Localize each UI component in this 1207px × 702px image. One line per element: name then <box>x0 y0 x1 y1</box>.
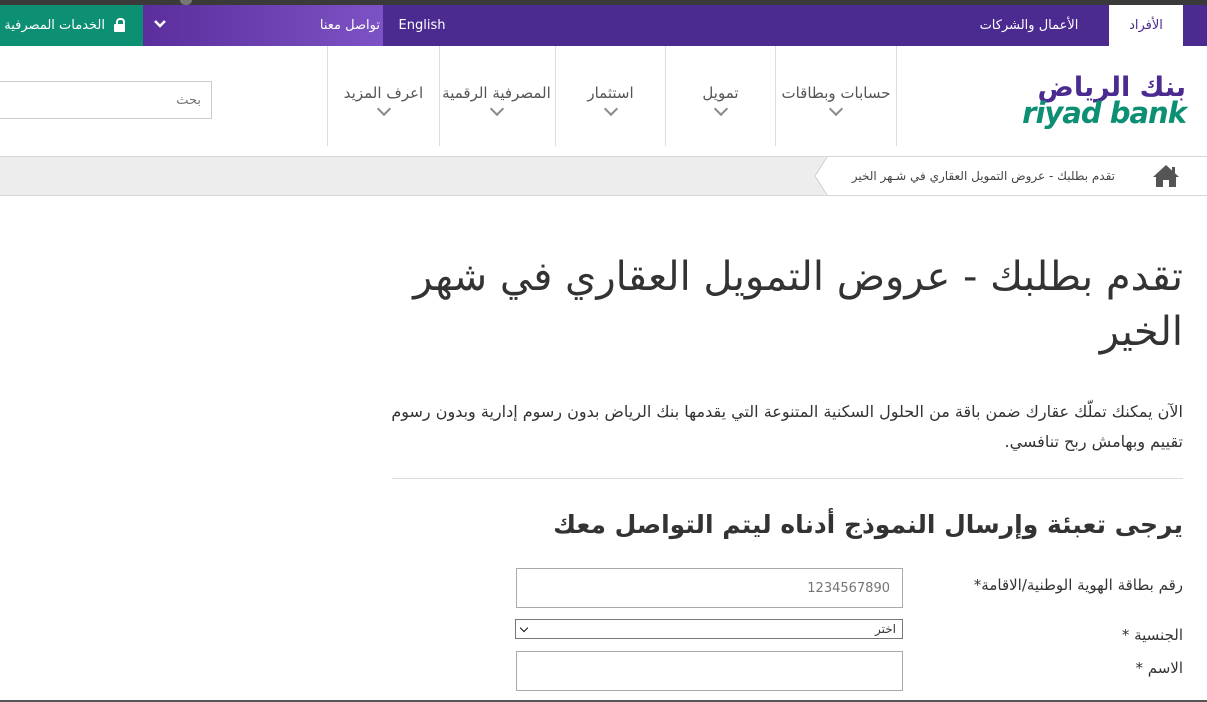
riyad-bank-logo[interactable]: بنك الرياض riyad bank <box>1010 74 1187 130</box>
logo-english: riyad bank <box>1022 96 1187 130</box>
nav-item-investment[interactable]: استثمار <box>556 46 666 146</box>
chevron-down-icon <box>713 101 728 117</box>
chevron-down-icon <box>376 101 391 117</box>
breadcrumb-separator <box>814 157 828 195</box>
contact-us-link[interactable]: تواصل معنا <box>290 5 380 46</box>
tab-business[interactable]: الأعمال والشركات <box>960 5 1098 46</box>
search-input[interactable] <box>0 82 211 118</box>
nav-item-digital-banking[interactable]: المصرفية الرقمية <box>438 46 556 146</box>
nationality-label: الجنسية * <box>1121 626 1183 644</box>
chevron-down-icon <box>489 101 504 117</box>
search-box[interactable] <box>0 81 212 119</box>
page-title: تقدم بطلبك - عروض التمويل العقاري في شهر… <box>413 254 1183 355</box>
nav-item-financing[interactable]: تمويل <box>666 46 776 146</box>
lock-icon <box>114 18 125 32</box>
nav-item-label: استثمار <box>587 84 634 102</box>
id-number-label: رقم بطاقة الهوية الوطنية/الاقامة* <box>973 576 1183 594</box>
nav-item-accounts-cards[interactable]: حسابات وبطاقات <box>776 46 897 146</box>
nationality-select[interactable]: اختر <box>515 619 903 639</box>
nav-item-label: تمويل <box>702 84 739 102</box>
nav-item-learn-more[interactable]: اعرف المزيد <box>327 46 440 146</box>
intro-text: الآن يمكنك تملّك عقارك ضمن باقة من الحلو… <box>391 402 1183 451</box>
chevron-down-icon <box>828 101 844 117</box>
chevron-down-icon <box>519 623 529 633</box>
top-bar: الخدمات المصرفية عبر الإنترنت تواصل معنا… <box>0 5 1207 46</box>
home-icon[interactable] <box>1152 164 1180 188</box>
breadcrumb: تقدم بطلبك - عروض التمويل العقاري في شـه… <box>0 156 1207 196</box>
breadcrumb-current: تقدم بطلبك - عروض التمويل العقاري في شـه… <box>851 169 1115 183</box>
name-label: الاسم * <box>1135 659 1183 677</box>
nav-item-label: المصرفية الرقمية <box>442 84 551 102</box>
language-english-link[interactable]: English <box>383 5 461 46</box>
nav-item-label: اعرف المزيد <box>343 84 424 102</box>
id-number-input[interactable] <box>517 569 902 607</box>
id-number-field[interactable] <box>516 568 903 608</box>
chevron-down-icon <box>603 101 618 117</box>
chevron-down-icon[interactable] <box>152 16 168 32</box>
online-banking-label: الخدمات المصرفية عبر الإنترنت <box>0 18 105 33</box>
name-field[interactable] <box>516 651 903 691</box>
form-title: يرجى تعبئة وإرسال النموذج أدناه ليتم الت… <box>553 510 1183 539</box>
tab-individuals[interactable]: الأفراد <box>1109 5 1183 46</box>
divider <box>392 478 1183 479</box>
online-banking-button[interactable]: الخدمات المصرفية عبر الإنترنت <box>0 5 143 46</box>
nav-item-label: حسابات وبطاقات <box>781 84 891 102</box>
nationality-selected-value: اختر <box>875 622 896 636</box>
name-input[interactable] <box>517 652 902 690</box>
main-header: اعرف المزيد المصرفية الرقمية استثمار تمو… <box>0 46 1207 156</box>
